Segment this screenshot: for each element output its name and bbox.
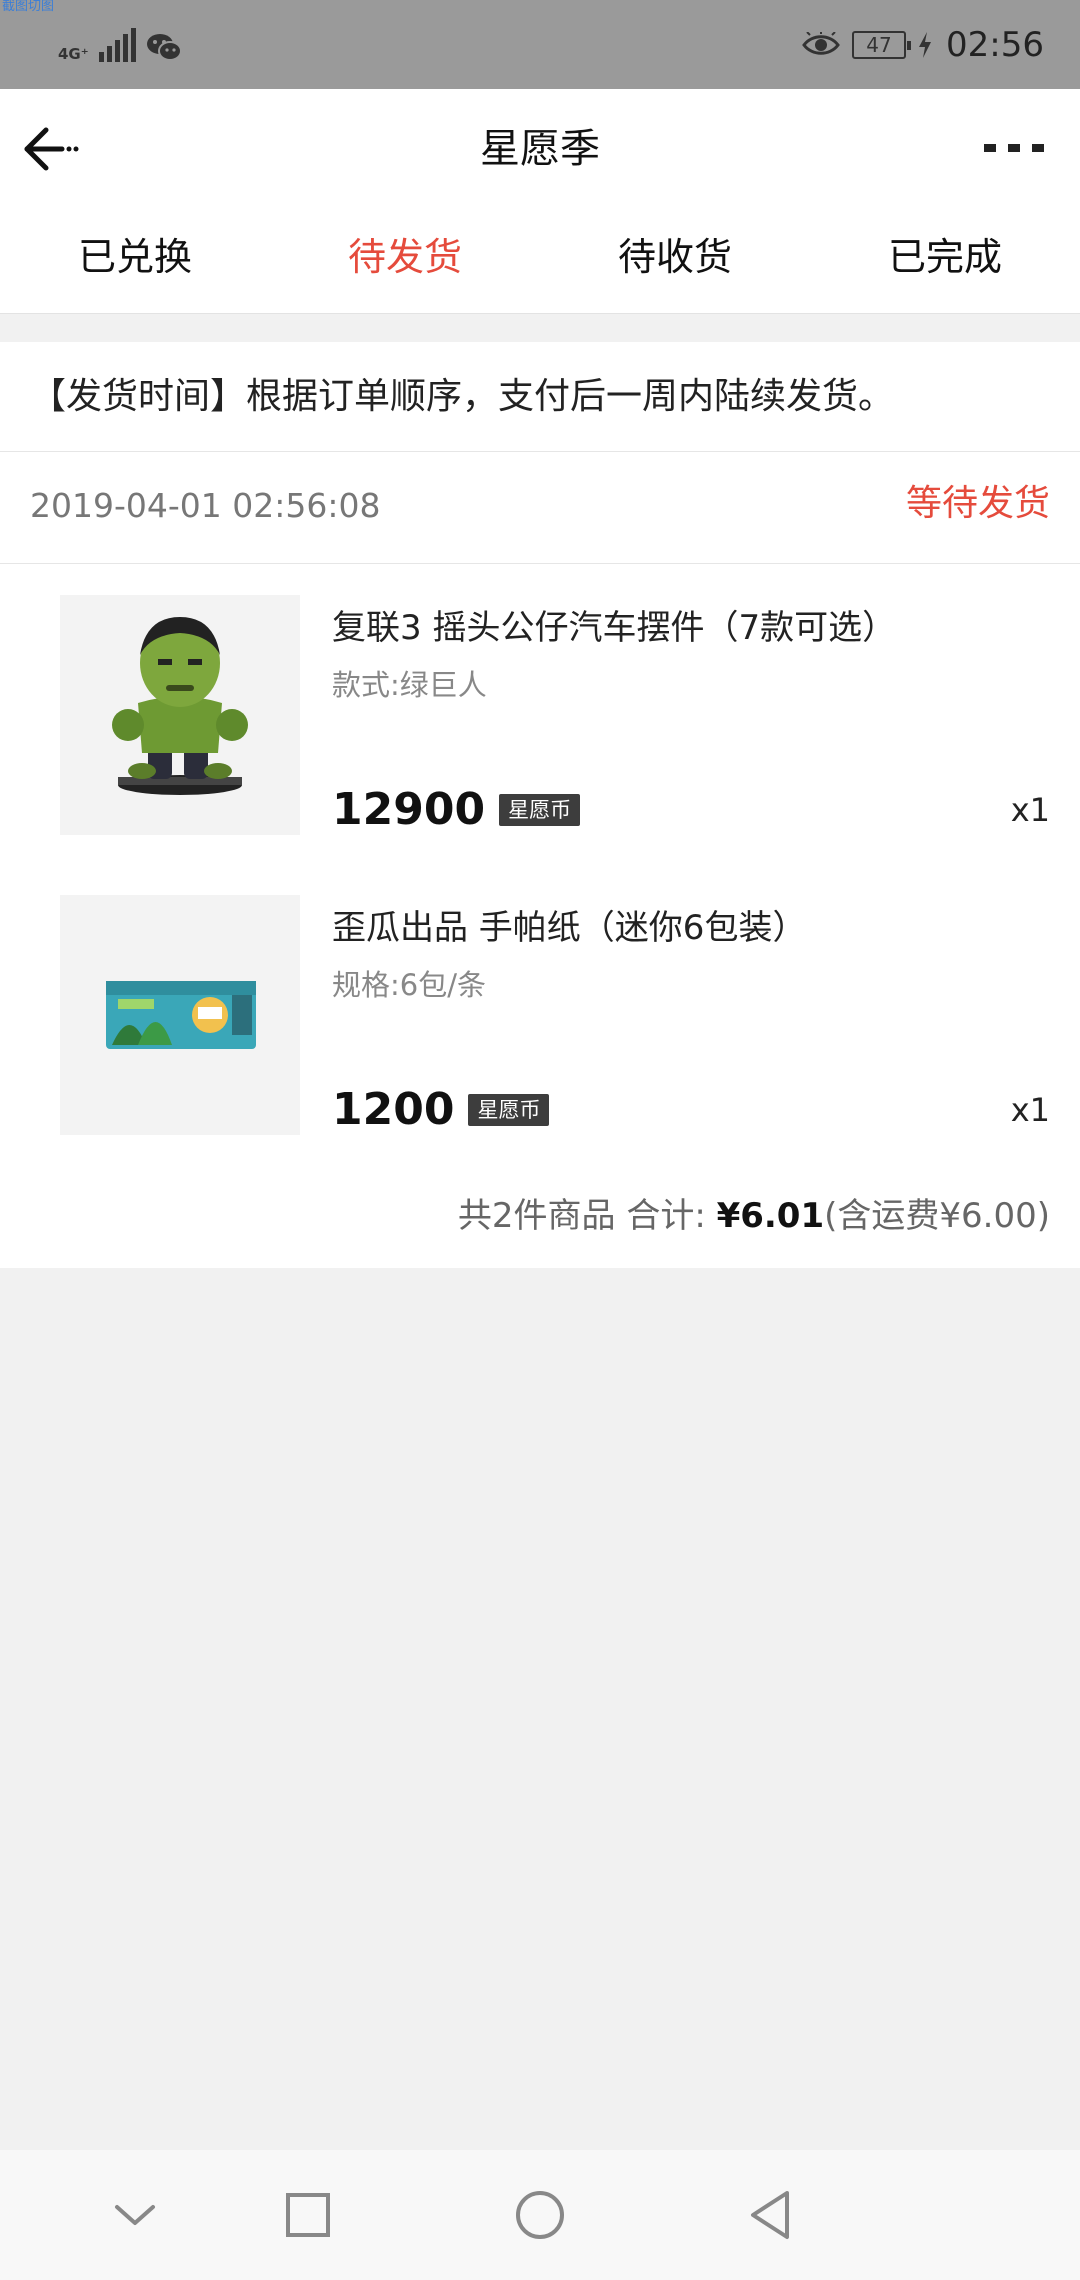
total-prefix: 共2件商品 合计: — [457, 1196, 717, 1236]
product-spec: 规格:6包/条 — [332, 968, 486, 1002]
page-title: 星愿季 — [480, 126, 600, 172]
price-row: 1200 星愿币 — [332, 1084, 550, 1135]
product-name: 歪瓜出品 手帕纸（迷你6包装） — [332, 908, 807, 948]
product-name: 复联3 摇头公仔汽车摆件（7款可选） — [332, 608, 897, 648]
collapse-button[interactable] — [95, 2150, 175, 2280]
home-button[interactable] — [500, 2150, 580, 2280]
product-price: 12900 — [332, 784, 486, 835]
product-quantity: x1 — [1010, 1091, 1050, 1129]
eye-icon — [802, 32, 840, 55]
order-card[interactable]: 2019-04-01 02:56:08 等待发货 复联3 摇头公仔汽车摆件（7款… — [0, 452, 1080, 1268]
status-tiny-text: 截图切图 — [2, 0, 55, 14]
product-quantity: x1 — [1010, 791, 1050, 829]
product-spec: 款式:绿巨人 — [332, 668, 487, 702]
product-price: 1200 — [332, 1084, 455, 1135]
tab-completed[interactable]: 已完成 — [810, 207, 1080, 313]
system-nav-bar — [0, 2150, 1080, 2280]
battery-icon: 47 — [852, 31, 912, 59]
order-status: 等待发货 — [905, 483, 1050, 524]
charging-icon — [919, 32, 932, 58]
status-right: 47 02:56 — [802, 22, 1044, 68]
shipping-fee: (含运费¥6.00) — [824, 1196, 1050, 1236]
price-row: 12900 星愿币 — [332, 784, 581, 835]
status-left: 4G⁺ — [58, 26, 182, 62]
order-header: 2019-04-01 02:56:08 等待发货 — [0, 452, 1080, 564]
tab-pending-shipment[interactable]: 待发货 — [270, 207, 540, 313]
total-amount: ¥6.01 — [716, 1196, 825, 1236]
recents-button[interactable] — [268, 2150, 348, 2280]
back-nav-button[interactable] — [730, 2150, 810, 2280]
order-time: 2019-04-01 02:56:08 — [30, 486, 381, 525]
signal-icon — [98, 28, 136, 62]
back-icon — [751, 2191, 789, 2239]
tab-redeemed[interactable]: 已兑换 — [0, 207, 270, 313]
more-dots-icon[interactable] — [984, 133, 1044, 163]
currency-badge: 星愿币 — [468, 1094, 550, 1126]
currency-badge: 星愿币 — [499, 794, 581, 826]
product-image-tissue — [60, 895, 300, 1135]
clock: 02:56 — [946, 25, 1044, 65]
status-bar: 截图切图 4G⁺ 47 02:56 — [0, 0, 1080, 89]
shipping-notice: 【发货时间】根据订单顺序，支付后一周内陆续发货。 — [0, 342, 1080, 452]
network-type: 4G⁺ — [58, 45, 89, 63]
tab-pending-receipt[interactable]: 待收货 — [540, 207, 810, 313]
order-tabs: 已兑换 待发货 待收货 已完成 — [0, 207, 1080, 314]
recents-icon — [286, 2193, 330, 2237]
product-image-hulk — [60, 595, 300, 835]
home-icon — [516, 2191, 564, 2239]
collapse-icon — [115, 2205, 155, 2225]
wechat-icon — [146, 34, 182, 61]
order-total: 共2件商品 合计: ¥6.01(含运费¥6.00) — [458, 1192, 1050, 1240]
app-header: 星愿季 — [0, 89, 1080, 207]
order-item[interactable]: 复联3 摇头公仔汽车摆件（7款可选） 款式:绿巨人 12900 星愿币 x1 — [0, 595, 1080, 835]
order-item[interactable]: 歪瓜出品 手帕纸（迷你6包装） 规格:6包/条 1200 星愿币 x1 — [0, 895, 1080, 1135]
